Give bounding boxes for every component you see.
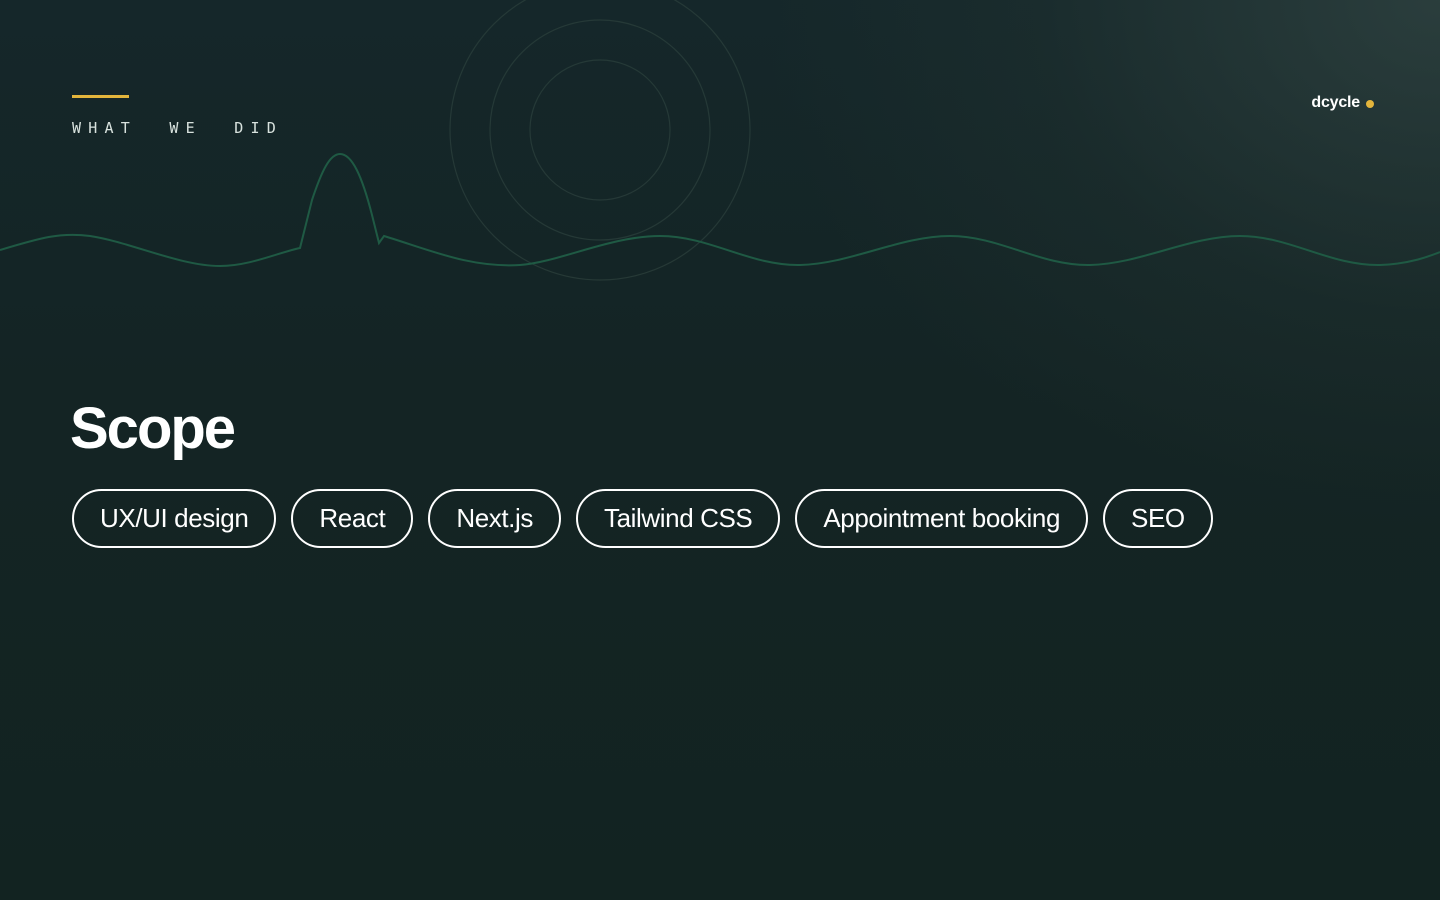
tag-tailwind-css: Tailwind CSS: [575, 489, 781, 548]
page-title: Scope: [70, 396, 236, 461]
brand-logo: dcycle: [1311, 94, 1374, 112]
tag-react: React: [291, 489, 414, 548]
signal-wave-line: [0, 152, 1440, 268]
tag-nextjs: Next.js: [428, 489, 561, 548]
brand-dot-icon: [1366, 100, 1374, 108]
brand-name: dcycle: [1311, 94, 1360, 111]
eyebrow-accent-line: [72, 95, 129, 98]
scope-tag-list: UX/UI design React Next.js Tailwind CSS …: [72, 489, 1213, 548]
tag-ux-ui-design: UX/UI design: [72, 489, 277, 548]
section-eyebrow: WHAT WE DID: [72, 119, 283, 137]
concentric-rings: [449, 0, 751, 281]
tag-seo: SEO: [1103, 489, 1213, 548]
tag-appointment-booking: Appointment booking: [795, 489, 1089, 548]
